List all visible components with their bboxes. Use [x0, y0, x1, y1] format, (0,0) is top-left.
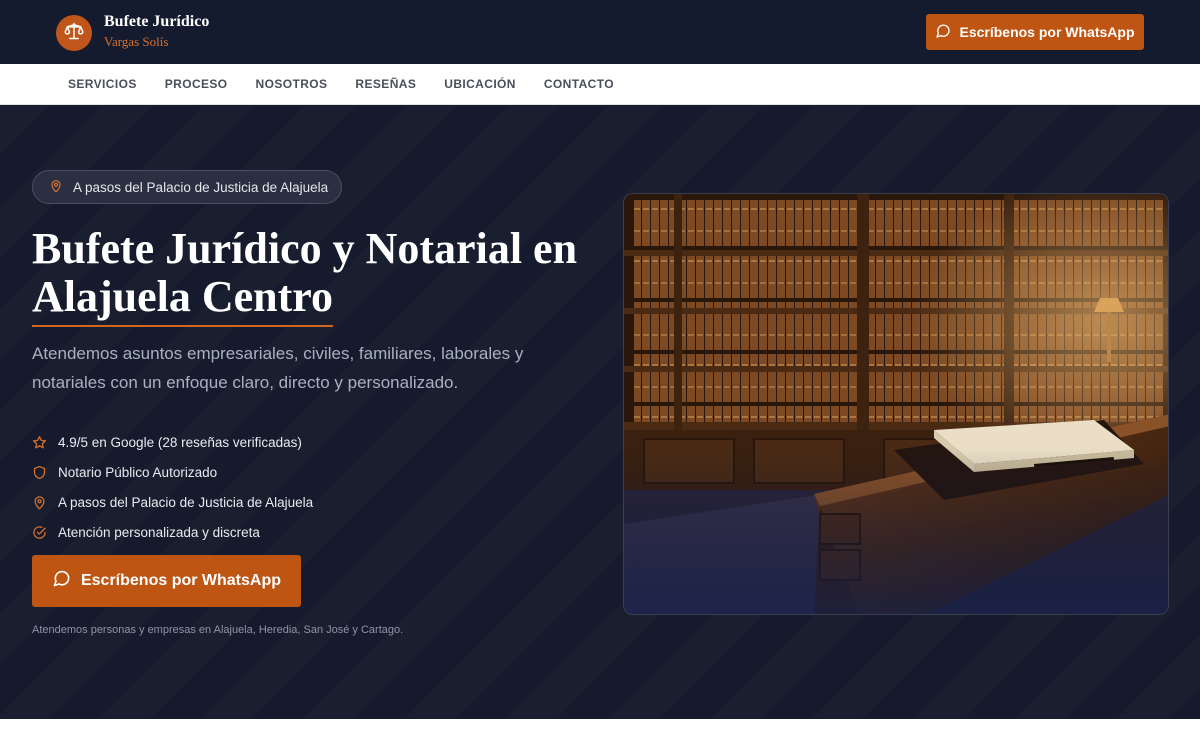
hero-subtext: Atendemos asuntos empresariales, civiles…	[32, 344, 524, 392]
header-whatsapp-label: Escríbenos por WhatsApp	[959, 24, 1135, 40]
chat-bubble-icon	[52, 569, 71, 593]
nav-item-resenas[interactable]: RESEÑAS	[355, 77, 416, 91]
law-office-photo	[623, 193, 1169, 615]
map-pin-icon	[32, 495, 47, 510]
feature-item: Notario Público Autorizado	[32, 457, 313, 487]
feature-label: 4.9/5 en Google (28 reseñas verificadas)	[58, 434, 302, 450]
main-nav: SERVICIOS PROCESO NOSOTROS RESEÑAS UBICA…	[0, 64, 1200, 105]
headline-line-2: Alajuela Centro	[32, 273, 334, 327]
feature-item: 4.9/5 en Google (28 reseñas verificadas)	[32, 427, 313, 457]
brand-title[interactable]: Bufete Jurídico	[104, 13, 209, 31]
feature-label: Atención personalizada y discreta	[58, 524, 260, 540]
nav-item-ubicacion[interactable]: UBICACIÓN	[444, 77, 516, 91]
feature-item: Atención personalizada y discreta	[32, 517, 313, 547]
check-circle-icon	[32, 525, 47, 540]
hero-headline: Bufete Jurídico y Notarial en Alajuela C…	[32, 225, 592, 327]
map-pin-icon	[49, 179, 63, 196]
logo[interactable]	[56, 15, 92, 51]
feature-item: A pasos del Palacio de Justicia de Alaju…	[32, 487, 313, 517]
nav-item-nosotros[interactable]: NOSOTROS	[256, 77, 328, 91]
location-pill-label: A pasos del Palacio de Justicia de Alaju…	[73, 179, 329, 195]
headline-line-1: Bufete Jurídico y Notarial en	[32, 224, 578, 273]
nav-item-contacto[interactable]: CONTACTO	[544, 77, 614, 91]
feature-list: 4.9/5 en Google (28 reseñas verificadas)…	[32, 427, 313, 547]
hero-whatsapp-button[interactable]: Escríbenos por WhatsApp	[32, 555, 301, 607]
hero-section: A pasos del Palacio de Justicia de Alaju…	[0, 105, 1200, 719]
feature-label: A pasos del Palacio de Justicia de Alaju…	[58, 494, 314, 510]
scales-of-justice-icon	[64, 21, 84, 46]
hero-whatsapp-label: Escríbenos por WhatsApp	[80, 572, 282, 589]
service-area-note: Atendemos personas y empresas en Alajuel…	[32, 624, 404, 636]
shield-icon	[32, 465, 47, 480]
nav-item-proceso[interactable]: PROCESO	[165, 77, 228, 91]
chat-bubble-icon	[935, 23, 951, 42]
header-whatsapp-button[interactable]: Escríbenos por WhatsApp	[926, 14, 1144, 50]
location-pill: A pasos del Palacio de Justicia de Alaju…	[32, 170, 342, 204]
nav-item-servicios[interactable]: SERVICIOS	[68, 77, 137, 91]
top-header: Bufete Jurídico Vargas Solís Escríbenos …	[0, 0, 1200, 64]
star-icon	[32, 435, 47, 450]
brand-subtitle: Vargas Solís	[104, 34, 169, 49]
feature-label: Notario Público Autorizado	[58, 464, 218, 480]
